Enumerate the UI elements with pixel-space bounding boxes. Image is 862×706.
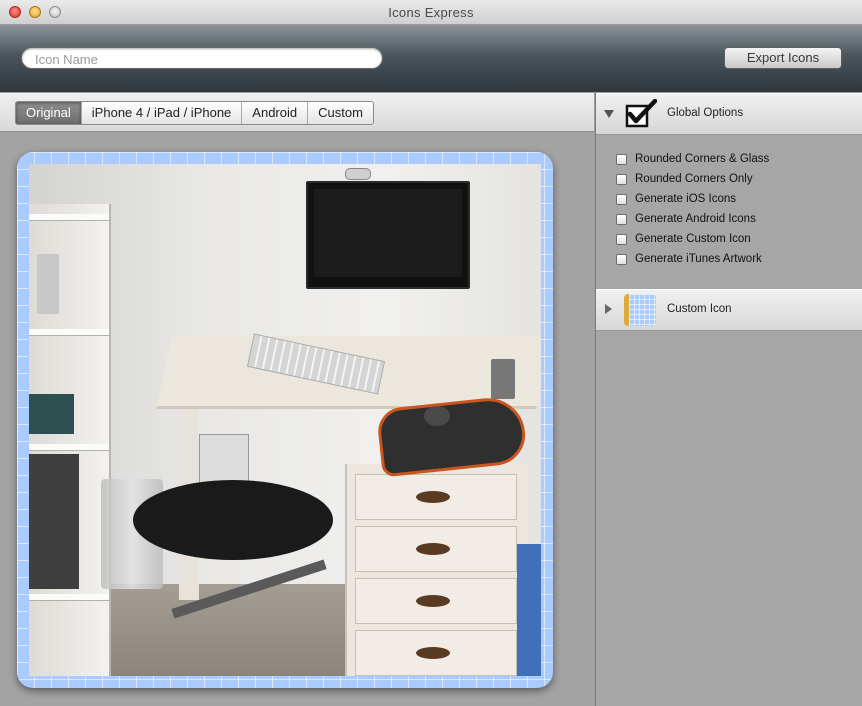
shelf-board: [29, 444, 109, 451]
monitor-screen: [314, 189, 462, 277]
preview-panel: Original iPhone 4 / iPad / iPhone Androi…: [0, 93, 594, 706]
shelf-board: [29, 329, 109, 336]
drawer-handle: [416, 595, 450, 607]
photo-monitor: [306, 181, 470, 289]
options-panel: Global Options Rounded Corners & Glass R…: [595, 93, 862, 706]
photo-drawer: [355, 526, 517, 572]
grid-thumbnail-icon: [624, 294, 656, 326]
tab-android[interactable]: Android: [242, 102, 309, 124]
tab-custom[interactable]: Custom: [308, 102, 373, 124]
shelf-board: [29, 594, 109, 601]
checkbox[interactable]: [616, 253, 627, 265]
option-rounded-corners-glass[interactable]: Rounded Corners & Glass: [596, 149, 862, 169]
icon-name-field[interactable]: [21, 47, 383, 70]
global-options-list: Rounded Corners & Glass Rounded Corners …: [596, 149, 862, 269]
custom-icon-title: Custom Icon: [667, 303, 732, 315]
disclosure-triangle-down-icon[interactable]: [604, 110, 614, 118]
format-segmented-control: Original iPhone 4 / iPad / iPhone Androi…: [15, 101, 374, 125]
source-photo: [29, 164, 541, 676]
checkmark-box-icon: [625, 99, 657, 128]
photo-pencil-cup: [491, 359, 515, 399]
photo-drawer: [355, 578, 517, 624]
option-generate-itunes-artwork[interactable]: Generate iTunes Artwork: [596, 249, 862, 269]
shelf-device: [37, 254, 59, 314]
global-options-title: Global Options: [667, 107, 744, 119]
tab-bar: Original iPhone 4 / iPad / iPhone Androi…: [0, 93, 594, 132]
shelf-box: [29, 394, 74, 434]
photo-drawer: [355, 630, 517, 676]
option-label: Rounded Corners & Glass: [635, 153, 770, 165]
disclosure-triangle-right-icon[interactable]: [605, 304, 612, 314]
option-generate-custom-icon[interactable]: Generate Custom Icon: [596, 229, 862, 249]
option-label: Generate iTunes Artwork: [635, 253, 762, 265]
photo-drawer-unit: [345, 464, 527, 676]
photo-blue-object: [517, 544, 541, 676]
checkbox[interactable]: [616, 173, 627, 185]
option-label: Rounded Corners Only: [635, 173, 753, 185]
window-title: Icons Express: [388, 5, 474, 20]
tab-iphone-ipad[interactable]: iPhone 4 / iPad / iPhone: [82, 102, 243, 124]
option-generate-android-icons[interactable]: Generate Android Icons: [596, 209, 862, 229]
app-window: Icons Express Export Icons Original iPho…: [0, 0, 862, 706]
toolbar: Export Icons: [0, 25, 862, 92]
checkbox[interactable]: [616, 193, 627, 205]
icon-preview-frame: [17, 152, 553, 688]
photo-mouse: [424, 406, 450, 426]
custom-icon-header[interactable]: Custom Icon: [596, 289, 862, 331]
icon-name-input[interactable]: [33, 48, 367, 70]
option-generate-ios-icons[interactable]: Generate iOS Icons: [596, 189, 862, 209]
photo-shelf: [29, 204, 111, 676]
photo-drawer: [355, 474, 517, 520]
photo-chair: [133, 480, 333, 560]
checkbox[interactable]: [616, 233, 627, 245]
tab-original[interactable]: Original: [16, 102, 82, 124]
export-icons-button[interactable]: Export Icons: [724, 47, 842, 69]
option-label: Generate Custom Icon: [635, 233, 751, 245]
shelf-board: [29, 214, 109, 221]
drawer-handle: [416, 647, 450, 659]
checkbox[interactable]: [616, 213, 627, 225]
preview-canvas: [0, 132, 594, 706]
shelf-binder: [29, 454, 79, 589]
global-options-header[interactable]: Global Options: [596, 93, 862, 135]
drawer-handle: [416, 543, 450, 555]
option-rounded-corners-only[interactable]: Rounded Corners Only: [596, 169, 862, 189]
photo-webcam: [345, 168, 371, 180]
drawer-handle: [416, 491, 450, 503]
option-label: Generate Android Icons: [635, 213, 756, 225]
option-label: Generate iOS Icons: [635, 193, 736, 205]
title-bar: Icons Express: [0, 0, 862, 25]
checkbox[interactable]: [616, 153, 627, 165]
